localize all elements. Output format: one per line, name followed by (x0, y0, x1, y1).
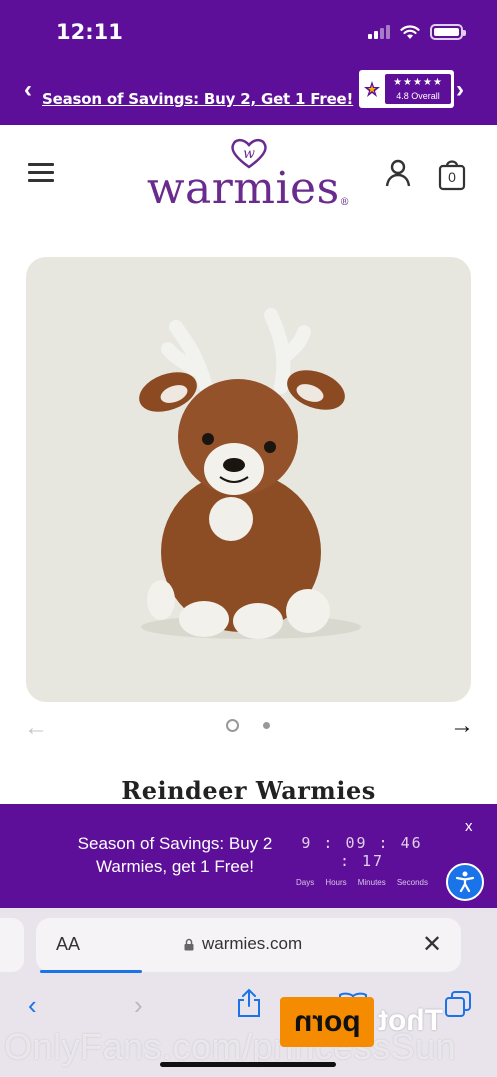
previous-tab-preview[interactable] (0, 918, 24, 972)
reviews-logo-icon (359, 70, 385, 108)
clear-url-close-icon[interactable]: ✕ (422, 930, 442, 959)
cellular-signal-icon (368, 25, 390, 39)
svg-text:w: w (243, 146, 255, 162)
gallery-dot-active[interactable] (226, 719, 239, 732)
wifi-icon (400, 24, 420, 40)
rating-summary: ★★★★★ 4.8 Overall (385, 74, 451, 104)
reader-options-button[interactable]: AA (56, 934, 80, 955)
unit-hours: Hours (325, 878, 347, 887)
menu-icon[interactable] (28, 163, 54, 183)
countdown-close-button[interactable]: x (465, 818, 473, 835)
rating-badge[interactable]: ★★★★★ 4.8 Overall (359, 70, 454, 108)
address-bar[interactable]: AA warmies.com ✕ (36, 918, 461, 972)
back-chevron-icon[interactable]: ‹ (28, 990, 37, 1021)
countdown-banner: Season of Savings: Buy 2 Warmies, get 1 … (0, 804, 497, 908)
logo-wordmark: warmies® (146, 163, 351, 214)
countdown-message: Season of Savings: Buy 2 Warmies, get 1 … (77, 834, 273, 876)
product-image[interactable] (26, 257, 471, 702)
rating-stars-icon: ★★★★★ (393, 77, 443, 88)
lock-icon (184, 938, 194, 950)
cart-icon[interactable]: 0 (438, 157, 466, 191)
status-time: 12:11 (56, 20, 123, 44)
countdown-units: Days Hours Minutes Seconds (292, 878, 432, 887)
product-title: Reindeer Warmies (121, 776, 376, 805)
countdown-timer: 9 : 09 : 46 : 17 Days Hours Minutes Seco… (292, 834, 432, 887)
home-indicator (160, 1062, 336, 1067)
promo-link[interactable]: Season of Savings: Buy 2, Get 1 Free! (42, 90, 353, 108)
tabs-overview-icon[interactable] (444, 990, 472, 1023)
gallery-pagination (226, 719, 270, 732)
url-text: warmies.com (202, 934, 303, 953)
countdown-digits: 9 : 09 : 46 : 17 (301, 834, 423, 870)
account-icon[interactable] (385, 159, 411, 192)
site-header: w warmies® 0 (0, 125, 497, 225)
page-load-progress (40, 970, 142, 973)
status-bar: 12:11 (0, 0, 497, 62)
unit-seconds: Seconds (396, 878, 428, 887)
status-icons (368, 24, 466, 40)
reindeer-plush-image (139, 308, 361, 639)
forward-chevron-icon[interactable]: › (134, 990, 143, 1021)
cart-count: 0 (448, 169, 456, 185)
battery-icon (430, 24, 466, 40)
watermark-logo-tail: Thot (378, 1004, 443, 1037)
accessibility-icon[interactable] (446, 863, 484, 901)
share-icon[interactable] (236, 988, 262, 1023)
promo-next-chevron-icon[interactable]: › (456, 76, 464, 104)
unit-days: Days (296, 878, 315, 887)
gallery-dot[interactable] (263, 722, 270, 729)
gallery-prev-arrow-icon[interactable]: ← (24, 714, 48, 742)
gallery-next-arrow-icon[interactable]: → (450, 712, 474, 740)
promo-prev-chevron-icon[interactable]: ‹ (24, 76, 32, 104)
promo-bar: ‹ Season of Savings: Buy 2, Get 1 Free! … (0, 66, 497, 112)
url-display[interactable]: warmies.com (184, 934, 302, 954)
unit-minutes: Minutes (357, 878, 386, 887)
warmies-logo[interactable]: w warmies® (136, 137, 361, 217)
rating-text: 4.8 Overall (396, 91, 440, 101)
watermark-logo: porn (280, 997, 374, 1047)
